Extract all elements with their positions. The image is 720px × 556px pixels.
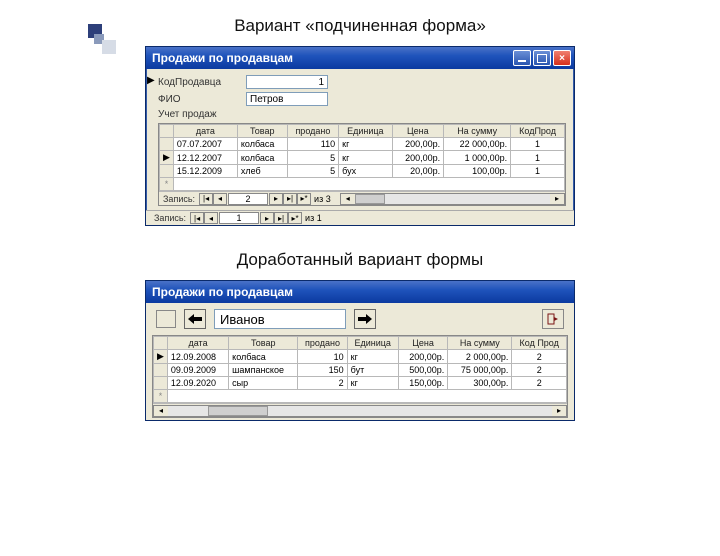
col-product[interactable]: Товар [229, 337, 298, 350]
col-sellercode[interactable]: Код Прод [512, 337, 567, 350]
nav-new-icon[interactable]: ▸* [288, 212, 302, 224]
nav-first-icon[interactable]: |◂ [199, 193, 213, 205]
table-new-row[interactable]: * [160, 178, 565, 191]
window-title: Продажи по продавцам [152, 51, 293, 65]
record-selector-icon[interactable]: ▶ [147, 75, 155, 86]
col-unit[interactable]: Единица [339, 125, 392, 138]
nav-prev-icon[interactable]: ◂ [213, 193, 227, 205]
caption-variant: Вариант «подчиненная форма» [0, 16, 720, 36]
sales-table: дата Товар продано Единица Цена На сумму… [159, 124, 565, 191]
scroll-right-icon[interactable]: ▸ [552, 406, 566, 416]
table-row[interactable]: 09.09.2009 шампанское 150 бут 500,00р. 7… [154, 364, 567, 377]
next-seller-button[interactable] [354, 309, 376, 329]
label-subform: Учет продаж [158, 109, 246, 120]
minimize-button[interactable] [513, 50, 531, 66]
seller-code-button[interactable] [156, 310, 176, 328]
form-nav: Запись: |◂ ◂ 1 ▸ ▸| ▸* из 1 [146, 210, 574, 225]
nav-last-icon[interactable]: ▸| [283, 193, 297, 205]
table-row[interactable]: ▶ 12.09.2008 колбаса 10 кг 200,00р. 2 00… [154, 350, 567, 364]
scroll-right-icon[interactable]: ▸ [550, 194, 564, 204]
close-button[interactable]: × [553, 50, 571, 66]
exit-button[interactable] [542, 309, 564, 329]
col-sum[interactable]: На сумму [448, 337, 512, 350]
col-qty[interactable]: продано [287, 125, 338, 138]
horizontal-scrollbar[interactable]: ◂ ▸ [153, 405, 567, 417]
nav-total: из 3 [311, 194, 334, 204]
label-code: КодПродавца [158, 77, 246, 88]
col-sellercode[interactable]: КодПрод [511, 125, 565, 138]
titlebar[interactable]: Продажи по продавцам [146, 281, 574, 303]
col-date[interactable]: дата [167, 337, 228, 350]
nav-total: из 1 [302, 213, 325, 223]
col-qty[interactable]: продано [298, 337, 347, 350]
nav-label: Запись: [159, 194, 199, 204]
horizontal-scrollbar[interactable]: ◂ ▸ [340, 193, 565, 205]
col-price[interactable]: Цена [398, 337, 447, 350]
table-row[interactable]: 07.07.2007 колбаса 110 кг 200,00р. 22 00… [160, 138, 565, 151]
input-fio[interactable] [246, 92, 328, 106]
nav-position[interactable]: 2 [228, 193, 268, 205]
nav-first-icon[interactable]: |◂ [190, 212, 204, 224]
nav-prev-icon[interactable]: ◂ [204, 212, 218, 224]
sales-table: дата Товар продано Единица Цена На сумму… [153, 336, 567, 403]
decorative-square-light [102, 40, 116, 54]
nav-label: Запись: [150, 213, 190, 223]
col-sum[interactable]: На сумму [444, 125, 511, 138]
table-new-row[interactable]: * [154, 390, 567, 403]
nav-last-icon[interactable]: ▸| [274, 212, 288, 224]
table-row[interactable]: 12.09.2020 сыр 2 кг 150,00р. 300,00р. 2 [154, 377, 567, 390]
row-selector-header [160, 125, 174, 138]
row-selector-header [154, 337, 168, 350]
titlebar[interactable]: Продажи по продавцам × [146, 47, 574, 69]
arrow-left-icon [188, 314, 202, 324]
window-improved-form: Продажи по продавцам дата Товар [145, 280, 575, 421]
input-code[interactable] [246, 75, 328, 89]
prev-seller-button[interactable] [184, 309, 206, 329]
col-product[interactable]: Товар [237, 125, 287, 138]
seller-name-input[interactable] [214, 309, 346, 329]
scroll-left-icon[interactable]: ◂ [154, 406, 168, 416]
nav-new-icon[interactable]: ▸* [297, 193, 311, 205]
arrow-right-icon [358, 314, 372, 324]
door-exit-icon [547, 313, 559, 325]
col-unit[interactable]: Единица [347, 337, 398, 350]
scroll-left-icon[interactable]: ◂ [341, 194, 355, 204]
nav-next-icon[interactable]: ▸ [269, 193, 283, 205]
subform-sales: дата Товар продано Единица Цена На сумму… [152, 335, 568, 418]
label-fio: ФИО [158, 94, 246, 105]
table-row[interactable]: 15.12.2009 хлеб 5 бух 20,00р. 100,00р. 1 [160, 165, 565, 178]
subform-scroll: ◂ ▸ [153, 403, 567, 417]
scroll-thumb[interactable] [355, 194, 385, 204]
nav-next-icon[interactable]: ▸ [260, 212, 274, 224]
subform-nav: Запись: |◂ ◂ 2 ▸ ▸| ▸* из 3 ◂ ▸ [159, 191, 565, 205]
maximize-button[interactable] [533, 50, 551, 66]
table-row[interactable]: ▶ 12.12.2007 колбаса 5 кг 200,00р. 1 000… [160, 151, 565, 165]
window-title: Продажи по продавцам [152, 285, 293, 299]
nav-position[interactable]: 1 [219, 212, 259, 224]
caption-improved: Доработанный вариант формы [0, 250, 720, 270]
window-original-form: Продажи по продавцам × ▶ КодПродавца ФИО… [145, 46, 575, 226]
col-price[interactable]: Цена [392, 125, 444, 138]
subform-sales: дата Товар продано Единица Цена На сумму… [158, 123, 566, 206]
col-date[interactable]: дата [173, 125, 237, 138]
scroll-thumb[interactable] [208, 406, 268, 416]
